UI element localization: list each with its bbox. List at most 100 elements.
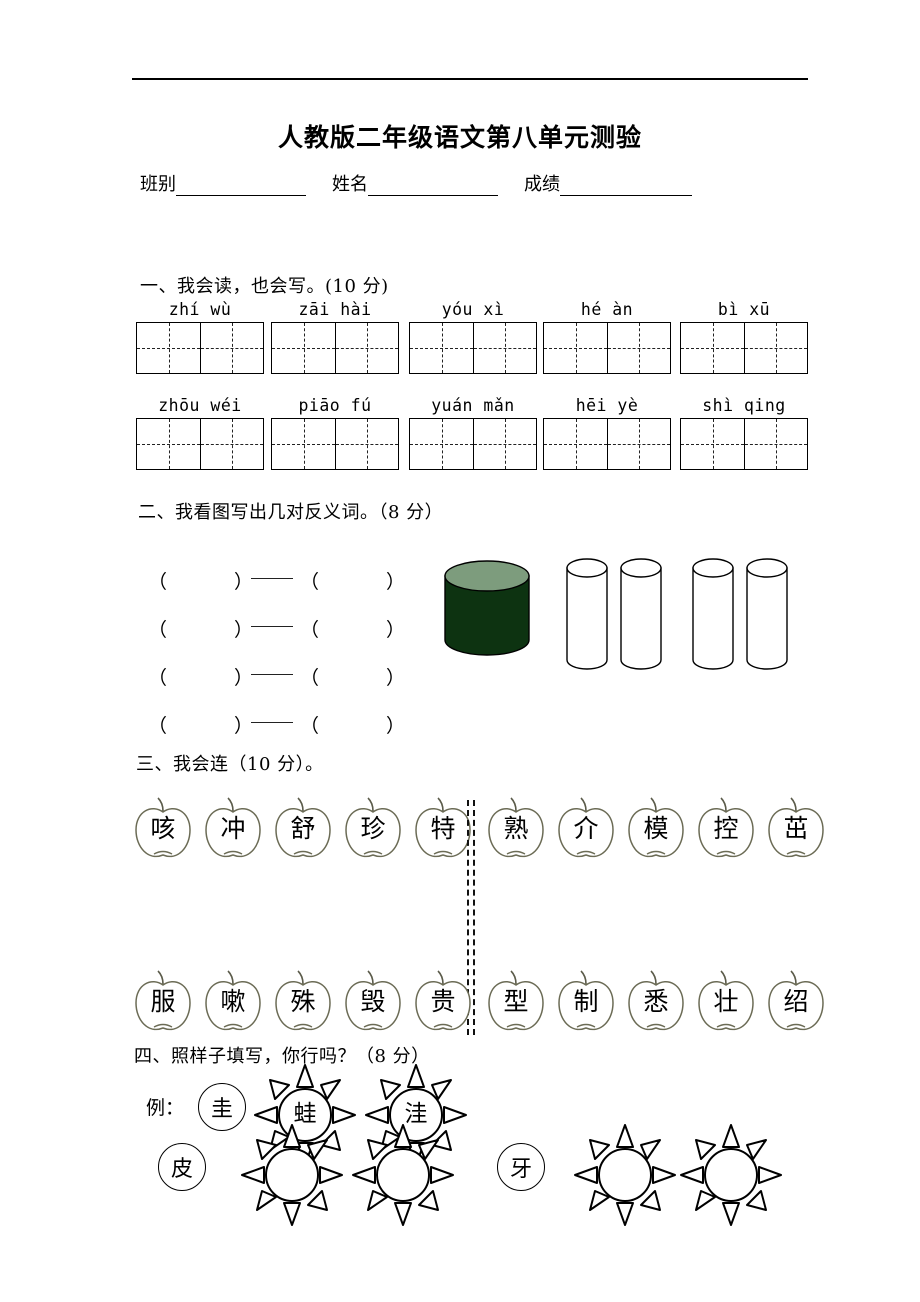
apple-character: 壮 <box>713 987 739 1016</box>
field-class[interactable]: 班别 <box>140 170 306 196</box>
tianzige-box[interactable] <box>136 418 264 470</box>
student-identity-line: 班别 姓名 成绩 <box>140 170 800 196</box>
tianzige-cell[interactable] <box>544 419 607 469</box>
field-name-blank[interactable] <box>368 178 498 196</box>
tianzige-box[interactable] <box>136 322 264 374</box>
antonym-answer-rows: （ ） （ ） （ ） （ ） （ ） （ ） （ ） （ ） <box>148 556 406 748</box>
field-score[interactable]: 成绩 <box>524 170 692 196</box>
section-1-heading: 一、我会读，也会写。(10 分) <box>140 276 389 297</box>
paren-open: （ <box>148 570 168 593</box>
tianzige-cell[interactable] <box>473 419 536 469</box>
tianzige-box[interactable] <box>409 418 537 470</box>
problem-2-sun-2[interactable] <box>679 1123 783 1227</box>
field-score-blank[interactable] <box>560 178 692 196</box>
pinyin-cell: piāo fú <box>271 396 399 470</box>
section-1-row-1: zhí wù zāi hài yóu xì hé àn bì xū <box>0 300 920 380</box>
tianzige-box[interactable] <box>271 418 399 470</box>
apple-item[interactable]: 型 <box>483 968 549 1038</box>
apple-item[interactable]: 茁 <box>763 795 829 865</box>
apple-item[interactable]: 嗽 <box>200 968 266 1038</box>
problem-2-sun-1[interactable] <box>573 1123 677 1227</box>
apple-character: 绍 <box>783 987 809 1016</box>
tianzige-cell[interactable] <box>200 419 263 469</box>
apple-item[interactable]: 悉 <box>623 968 689 1038</box>
apple-item[interactable]: 冲 <box>200 795 266 865</box>
field-name[interactable]: 姓名 <box>332 170 498 196</box>
apple-item[interactable]: 殊 <box>270 968 336 1038</box>
antonym-row[interactable]: （ ） （ ） <box>148 556 405 604</box>
apple-character: 茁 <box>783 814 809 843</box>
tianzige-box[interactable] <box>543 418 671 470</box>
problem-1-sun-1[interactable] <box>240 1123 344 1227</box>
pinyin-cell: zhí wù <box>136 300 264 374</box>
example-label: 例： <box>146 1097 185 1119</box>
tianzige-cell[interactable] <box>410 419 473 469</box>
example-base-circle: 圭 <box>198 1083 246 1131</box>
tianzige-box[interactable] <box>271 322 399 374</box>
tianzige-cell[interactable] <box>744 419 807 469</box>
apple-character: 冲 <box>220 814 246 843</box>
pinyin-cell: hēi yè <box>543 396 671 470</box>
apple-item[interactable]: 模 <box>623 795 689 865</box>
tianzige-box[interactable] <box>409 322 537 374</box>
connector-dash <box>251 577 293 579</box>
pinyin-text: zāi hài <box>298 300 372 319</box>
sun-icon <box>352 1124 454 1226</box>
section-4-body: 例： 圭 蛙 洼 皮 牙 <box>140 1064 840 1226</box>
connector-dash <box>251 625 293 627</box>
field-class-blank[interactable] <box>176 178 306 196</box>
apple-item[interactable]: 舒 <box>270 795 336 865</box>
tianzige-box[interactable] <box>680 418 808 470</box>
apple-item[interactable]: 服 <box>130 968 196 1038</box>
tianzige-cell[interactable] <box>137 419 200 469</box>
tianzige-cell[interactable] <box>544 323 607 373</box>
tianzige-cell[interactable] <box>200 323 263 373</box>
tianzige-cell[interactable] <box>335 323 398 373</box>
apple-row-2-right: 型 制 悉 壮 绍 <box>483 968 829 1038</box>
apple-character: 模 <box>643 814 669 843</box>
tianzige-cell[interactable] <box>473 323 536 373</box>
tianzige-box[interactable] <box>543 322 671 374</box>
antonym-row[interactable]: （ ） （ ） <box>148 700 405 748</box>
connector-dash <box>251 673 293 675</box>
tianzige-cell[interactable] <box>681 323 744 373</box>
section-3-heading: 三、我会连（10 分）。 <box>136 754 324 775</box>
problem-1-sun-2[interactable] <box>351 1123 455 1227</box>
apple-character: 咳 <box>150 814 176 843</box>
pinyin-text: hēi yè <box>575 396 639 415</box>
tianzige-cell[interactable] <box>335 419 398 469</box>
tianzige-cell[interactable] <box>272 419 335 469</box>
pinyin-text: piāo fú <box>298 396 372 415</box>
apple-item[interactable]: 熟 <box>483 795 549 865</box>
apple-item[interactable]: 壮 <box>693 968 759 1038</box>
paren-close: ） <box>386 618 406 641</box>
short-fat-cylinder <box>444 560 530 656</box>
tianzige-cell[interactable] <box>137 323 200 373</box>
apple-character: 悉 <box>643 987 669 1016</box>
pinyin-cell: shì qing <box>680 396 808 470</box>
apple-item[interactable]: 制 <box>553 968 619 1038</box>
apple-item[interactable]: 绍 <box>763 968 829 1038</box>
tianzige-cell[interactable] <box>744 323 807 373</box>
header-divider-rule <box>132 78 808 80</box>
tianzige-cell[interactable] <box>410 323 473 373</box>
tianzige-cell[interactable] <box>272 323 335 373</box>
tianzige-cell[interactable] <box>607 323 670 373</box>
tianzige-cell[interactable] <box>607 419 670 469</box>
apple-item[interactable]: 控 <box>693 795 759 865</box>
apple-item[interactable]: 贵 <box>410 968 476 1038</box>
problem-1-base-circle: 皮 <box>158 1143 206 1191</box>
apple-item[interactable]: 咳 <box>130 795 196 865</box>
apple-item[interactable]: 毁 <box>340 968 406 1038</box>
problem-base-character: 牙 <box>509 1157 532 1182</box>
apple-item[interactable]: 珍 <box>340 795 406 865</box>
antonym-row[interactable]: （ ） （ ） <box>148 652 405 700</box>
tianzige-cell[interactable] <box>681 419 744 469</box>
paren-close: ） <box>234 570 254 593</box>
paren-open: （ <box>300 618 320 641</box>
paren-open: （ <box>300 714 320 737</box>
field-score-label: 成绩 <box>524 174 560 195</box>
tianzige-box[interactable] <box>680 322 808 374</box>
antonym-row[interactable]: （ ） （ ） <box>148 604 406 652</box>
apple-item[interactable]: 介 <box>553 795 619 865</box>
